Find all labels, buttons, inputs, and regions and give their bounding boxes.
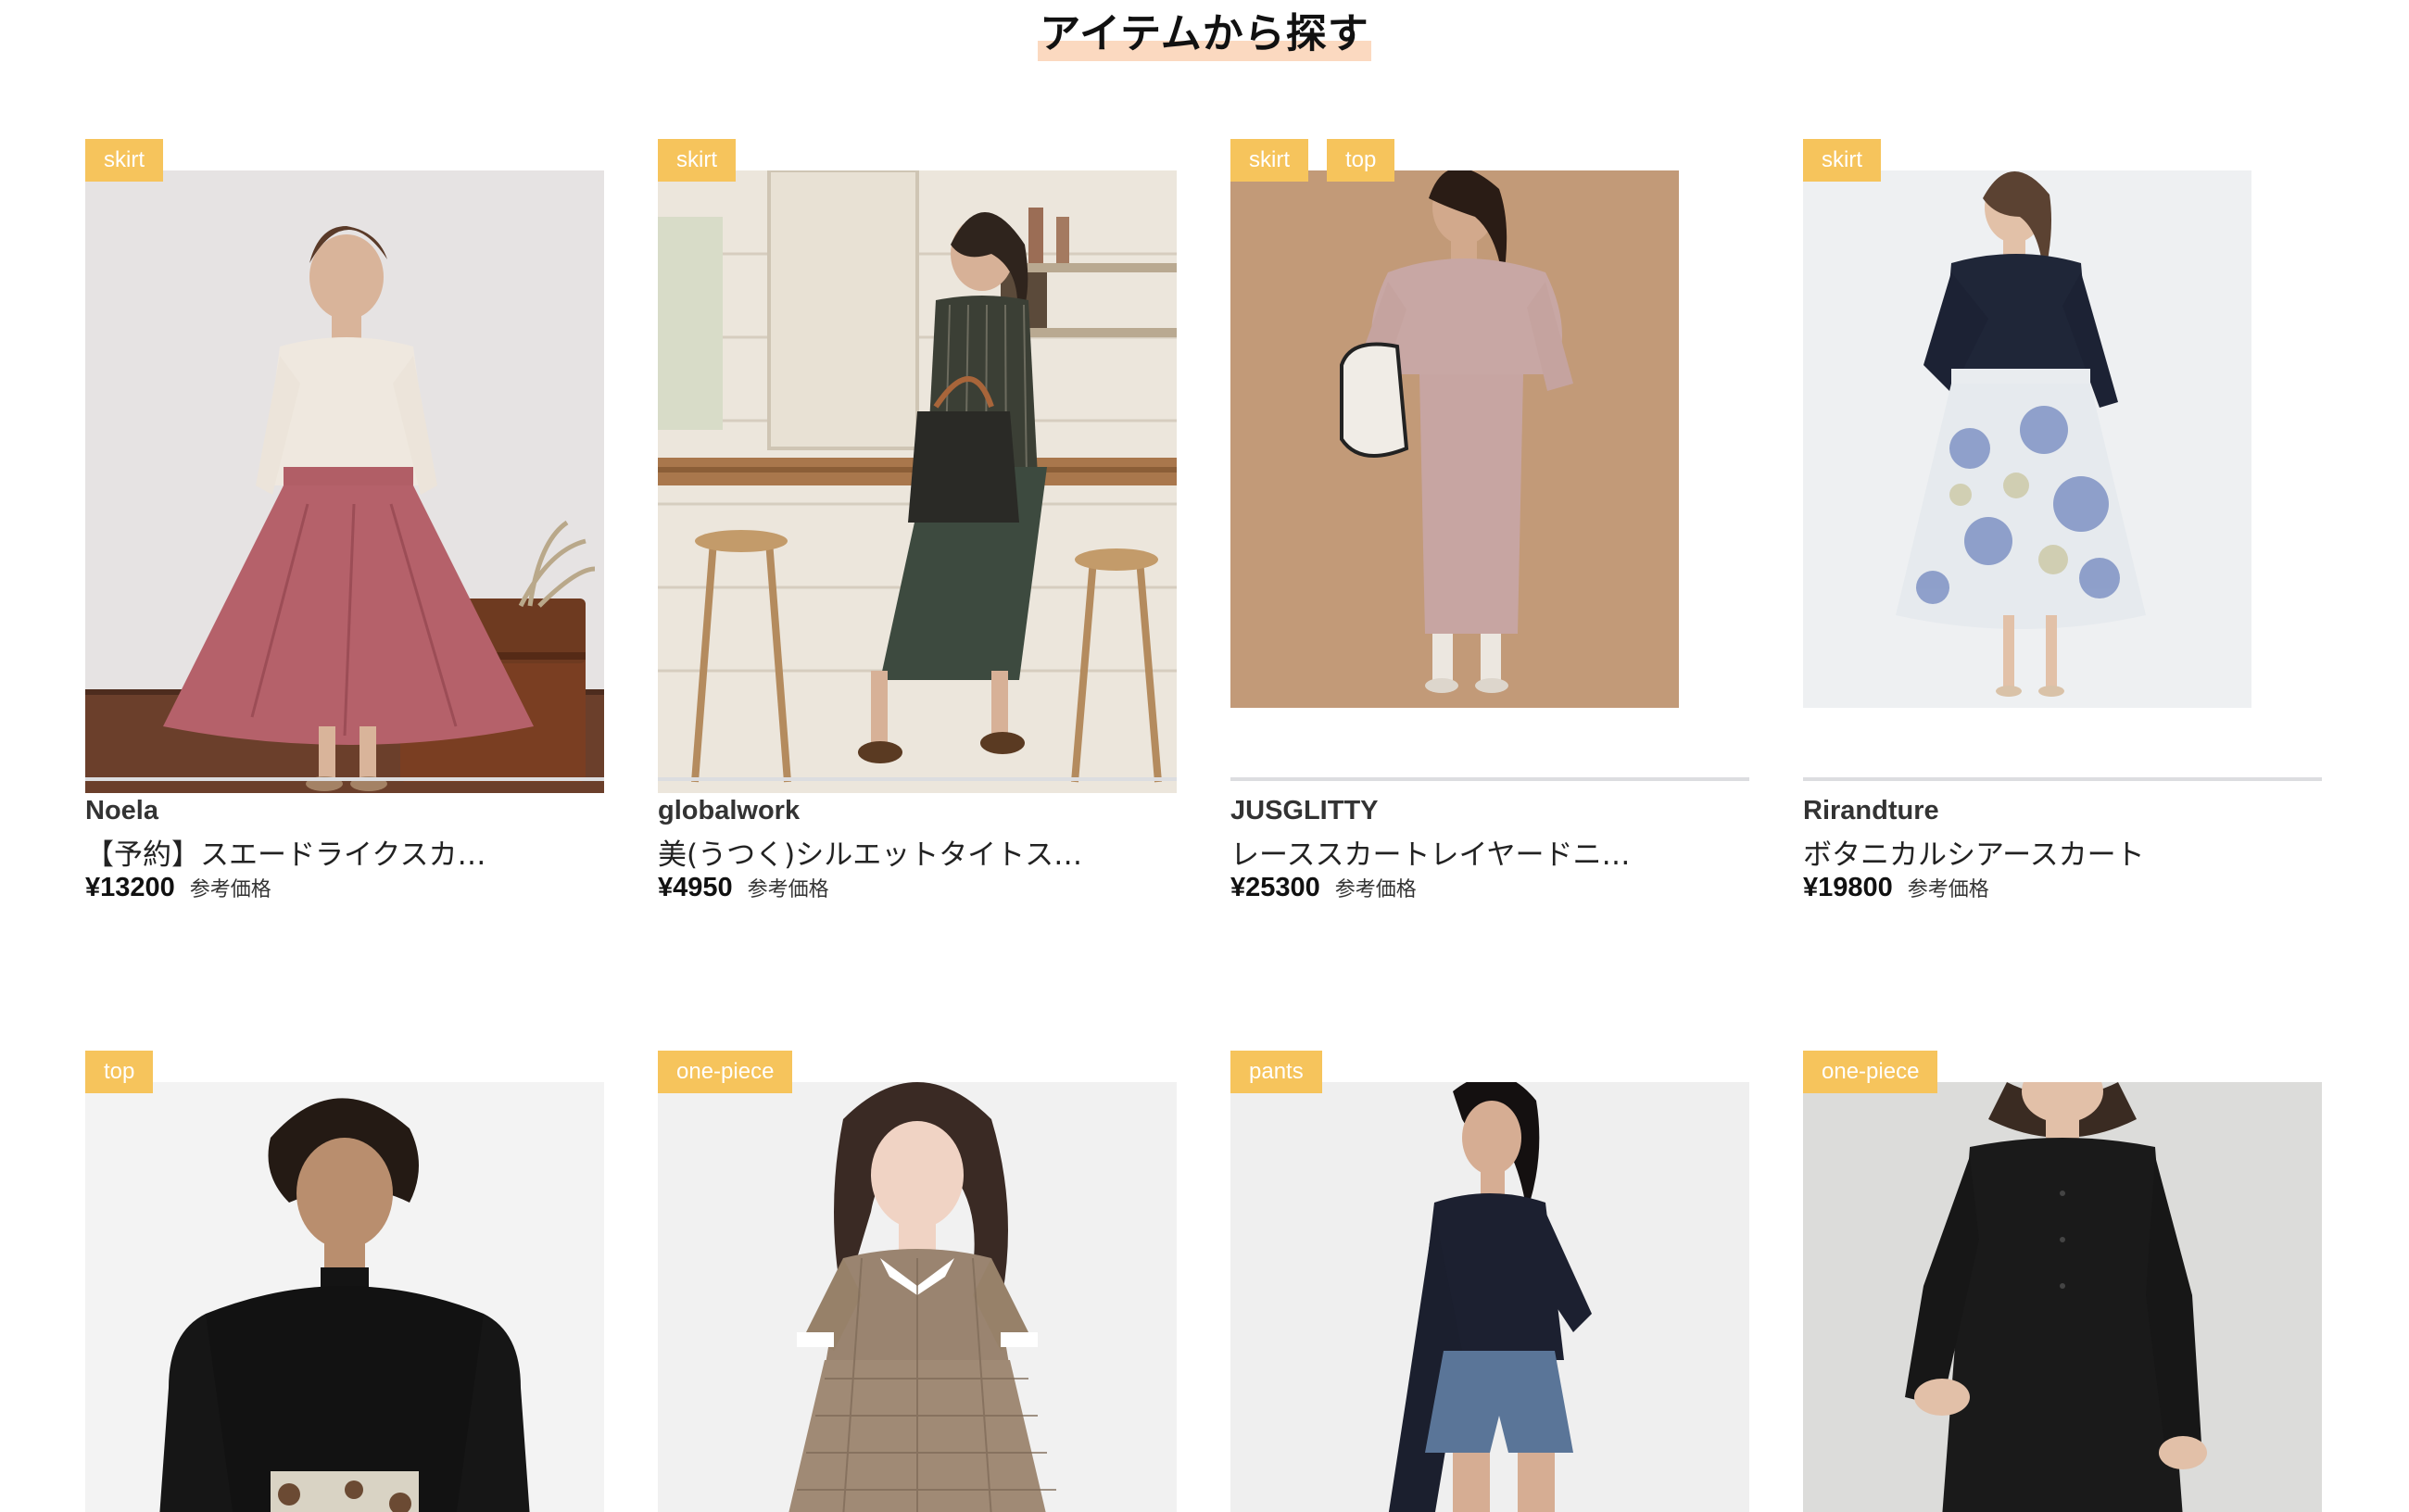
product-card-top[interactable]: top — [85, 1051, 604, 1512]
category-tag[interactable]: top — [85, 1051, 154, 1093]
section-title: アイテムから探す — [1038, 7, 1371, 61]
category-tag[interactable]: skirt — [1230, 139, 1308, 182]
product-photo[interactable] — [1230, 170, 1679, 708]
brand-name[interactable]: Noela — [85, 796, 158, 826]
product-name[interactable]: ボタニカルシアースカート — [1803, 831, 2322, 873]
reference-price-label: 参考価格 — [189, 878, 271, 901]
product-card-rirandture[interactable]: skirt Rirandture ボタニカルシアースカート ¥19800 参考価… — [1803, 139, 2322, 936]
product-image-denim-shorts — [1230, 1082, 1749, 1512]
card-divider — [85, 777, 604, 781]
price-row: ¥13200 参考価格 — [85, 873, 271, 903]
product-image-black-dress — [1803, 1082, 2322, 1512]
category-tags: top — [85, 1051, 154, 1093]
category-tag[interactable]: pants — [1230, 1051, 1322, 1093]
category-tag[interactable]: skirt — [1803, 139, 1881, 182]
product-card-globalwork[interactable]: skirt globalwork 美(うつく)シルエットタイトス… ¥4950 … — [658, 139, 1177, 936]
category-tags: skirt — [1803, 139, 1881, 182]
product-image-check-dress — [658, 1082, 1177, 1512]
product-photo[interactable] — [85, 1082, 604, 1512]
product-card-jusglitty[interactable]: skirt top JUSGLITTY レーススカートレイヤードニ… ¥2530… — [1230, 139, 1749, 936]
item-search-page: アイテムから探す skirt Noela 【予約】スエードライクスカ… ¥132… — [0, 0, 2409, 1512]
card-divider — [658, 777, 1177, 781]
price: ¥4950 — [658, 873, 733, 902]
category-tags: skirt — [658, 139, 736, 182]
product-image-skirt-green — [658, 170, 1177, 793]
product-photo[interactable] — [1803, 170, 2251, 708]
product-card-onepiece-check[interactable]: one-piece — [658, 1051, 1177, 1512]
brand-name[interactable]: Rirandture — [1803, 796, 1939, 826]
category-tags: pants — [1230, 1051, 1322, 1093]
reference-price-label: 参考価格 — [1907, 878, 1989, 901]
product-photo[interactable] — [658, 1082, 1177, 1512]
category-tag[interactable]: skirt — [658, 139, 736, 182]
brand-name[interactable]: JUSGLITTY — [1230, 796, 1379, 826]
product-image-black-knit — [85, 1082, 604, 1512]
price-row: ¥25300 参考価格 — [1230, 873, 1417, 903]
category-tag[interactable]: one-piece — [1803, 1051, 1938, 1093]
card-divider — [1230, 777, 1749, 781]
product-photo[interactable] — [1803, 1082, 2322, 1512]
reference-price-label: 参考価格 — [1334, 878, 1417, 901]
brand-name[interactable]: globalwork — [658, 796, 800, 826]
product-card-onepiece-black[interactable]: one-piece — [1803, 1051, 2322, 1512]
product-photo[interactable] — [658, 170, 1177, 793]
price: ¥19800 — [1803, 873, 1893, 902]
section-header: アイテムから探す — [0, 0, 2409, 61]
product-photo[interactable] — [1230, 1082, 1749, 1512]
product-name[interactable]: 【予約】スエードライクスカ… — [85, 831, 604, 873]
category-tag[interactable]: top — [1327, 139, 1395, 182]
category-tag[interactable]: one-piece — [658, 1051, 793, 1093]
price-row: ¥19800 参考価格 — [1803, 873, 1989, 903]
product-card-noela[interactable]: skirt Noela 【予約】スエードライクスカ… ¥13200 参考価格 — [85, 139, 604, 936]
category-tags: one-piece — [1803, 1051, 1938, 1093]
price: ¥13200 — [85, 873, 175, 902]
category-tags: one-piece — [658, 1051, 793, 1093]
reference-price-label: 参考価格 — [747, 878, 829, 901]
category-tags: skirt top — [1230, 139, 1395, 182]
product-name[interactable]: 美(うつく)シルエットタイトス… — [658, 831, 1177, 873]
product-image-floral-skirt — [1803, 170, 2251, 708]
product-image-skirt-pink — [85, 170, 604, 793]
price: ¥25300 — [1230, 873, 1320, 902]
category-tags: skirt — [85, 139, 163, 182]
product-name[interactable]: レーススカートレイヤードニ… — [1230, 831, 1749, 873]
product-image-knit-set — [1230, 170, 1679, 708]
product-card-pants[interactable]: pants — [1230, 1051, 1749, 1512]
card-divider — [1803, 777, 2322, 781]
category-tag[interactable]: skirt — [85, 139, 163, 182]
product-photo[interactable] — [85, 170, 604, 793]
price-row: ¥4950 参考価格 — [658, 873, 829, 903]
